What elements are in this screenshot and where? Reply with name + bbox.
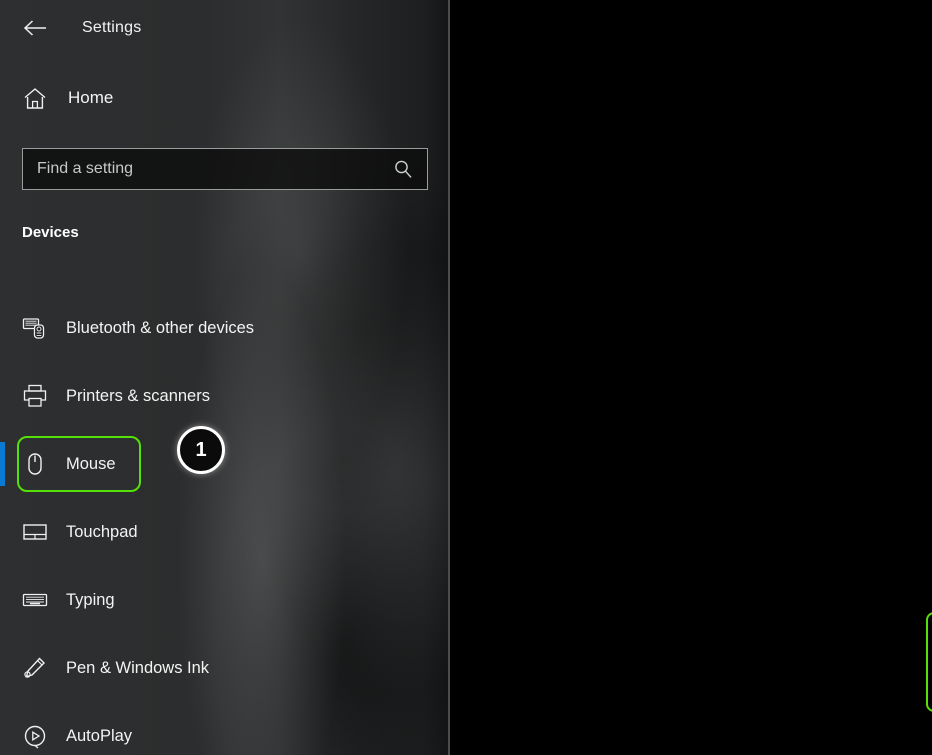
sidebar-item-home-label: Home <box>68 88 113 108</box>
step-badge-1: 1 <box>177 426 225 474</box>
sidebar-nav-list: Bluetooth & other devices Printers & sca… <box>0 294 450 755</box>
sidebar-item-printers-scanners[interactable]: Printers & scanners <box>0 362 450 430</box>
sidebar-item-printers-scanners-label: Printers & scanners <box>66 387 210 406</box>
sidebar-item-touchpad-label: Touchpad <box>66 523 138 542</box>
sidebar-item-pen-windows-ink-label: Pen & Windows Ink <box>66 659 209 678</box>
sidebar-item-typing-label: Typing <box>66 591 115 610</box>
search-icon <box>393 159 413 179</box>
mouse-icon <box>22 451 48 477</box>
sidebar-item-mouse[interactable]: Mouse <box>0 430 450 498</box>
home-icon <box>22 85 48 111</box>
inactive-scroll-highlight-box <box>926 612 932 712</box>
sidebar-header: Settings <box>0 8 450 48</box>
sidebar-item-mouse-label: Mouse <box>66 455 116 474</box>
sidebar-item-typing[interactable]: Typing <box>0 566 450 634</box>
sidebar-section-heading: Devices <box>22 224 79 241</box>
selection-accent-bar <box>0 442 5 486</box>
sidebar-divider <box>448 0 450 755</box>
window-title: Settings <box>82 19 141 37</box>
search-input[interactable]: Find a setting <box>22 148 428 190</box>
sidebar-item-autoplay[interactable]: AutoPlay <box>0 702 450 755</box>
keyboard-mouse-icon <box>22 315 48 341</box>
keyboard-icon <box>22 587 48 613</box>
search-placeholder: Find a setting <box>37 160 393 178</box>
sidebar-item-pen-windows-ink[interactable]: Pen & Windows Ink <box>0 634 450 702</box>
mouse-settings-panel: Mouse Select your primary button Left Cu… <box>450 0 932 755</box>
printer-icon <box>22 383 48 409</box>
autoplay-icon <box>22 723 48 749</box>
sidebar-item-home[interactable]: Home <box>22 85 113 111</box>
settings-sidebar: Settings Home Find a setting <box>0 0 450 755</box>
sidebar-item-touchpad[interactable]: Touchpad <box>0 498 450 566</box>
back-button[interactable] <box>12 10 58 46</box>
back-arrow-icon <box>23 19 47 37</box>
touchpad-icon <box>22 519 48 545</box>
settings-window: Settings Home Find a setting <box>0 0 932 755</box>
sidebar-item-autoplay-label: AutoPlay <box>66 727 132 746</box>
sidebar-item-bluetooth-other-devices-label: Bluetooth & other devices <box>66 319 254 338</box>
pen-icon <box>22 655 48 681</box>
sidebar-item-bluetooth-other-devices[interactable]: Bluetooth & other devices <box>0 294 450 362</box>
